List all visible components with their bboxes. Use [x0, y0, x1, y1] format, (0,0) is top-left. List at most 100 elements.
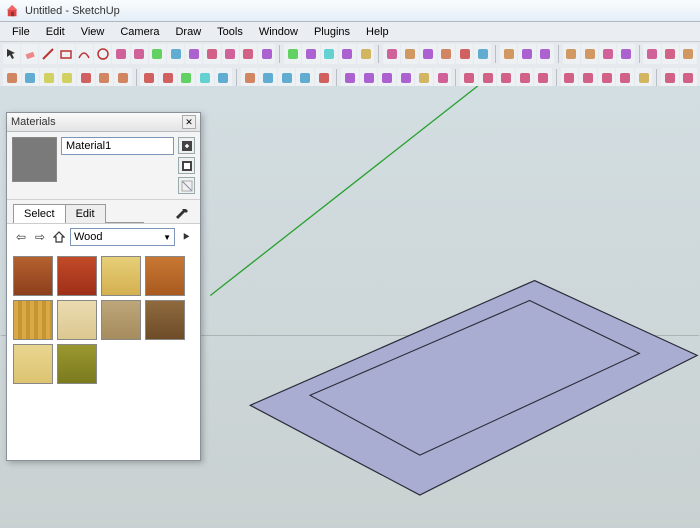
tool-side[interactable]: [617, 44, 634, 64]
tool-circ-b[interactable]: [616, 68, 634, 88]
tool-rotate[interactable]: [203, 44, 220, 64]
tool-circle[interactable]: [94, 44, 111, 64]
menu-file[interactable]: File: [4, 24, 38, 40]
backface-toggle[interactable]: [178, 177, 195, 194]
materials-panel-header[interactable]: Materials ✕: [7, 113, 200, 132]
tool-zoom-extents[interactable]: [438, 44, 455, 64]
tool-plugin-sq[interactable]: [178, 68, 196, 88]
tool-iso[interactable]: [563, 44, 580, 64]
tool-offset[interactable]: [240, 44, 257, 64]
tool-plugin-blue[interactable]: [140, 68, 158, 88]
tool-shape2[interactable]: [680, 68, 698, 88]
tool-section[interactable]: [357, 44, 374, 64]
tool-paint2[interactable]: [662, 44, 679, 64]
tool-pushpull[interactable]: [167, 44, 184, 64]
tool-plugin-play[interactable]: [315, 68, 333, 88]
library-select[interactable]: Wood ▼: [70, 228, 175, 246]
library-details-icon[interactable]: ⯈: [178, 229, 194, 245]
tool-box[interactable]: [680, 44, 697, 64]
tool-sandbox-grid[interactable]: [3, 68, 21, 88]
tool-sandbox-flip[interactable]: [96, 68, 114, 88]
tool-plugin-arrow[interactable]: [241, 68, 259, 88]
tool-top[interactable]: [581, 44, 598, 64]
default-material-button[interactable]: [178, 157, 195, 174]
tool-plugin-o[interactable]: [278, 68, 296, 88]
tool-line[interactable]: [39, 44, 56, 64]
swatch-wood-oak[interactable]: [145, 256, 185, 296]
tool-move[interactable]: [185, 44, 202, 64]
menu-help[interactable]: Help: [358, 24, 397, 40]
swatch-wood-maple[interactable]: [57, 300, 97, 340]
tool-ball-o[interactable]: [460, 68, 478, 88]
tool-circ-r[interactable]: [598, 68, 616, 88]
tool-select[interactable]: [3, 44, 20, 64]
menu-tools[interactable]: Tools: [209, 24, 251, 40]
tool-previous[interactable]: [474, 44, 491, 64]
swatch-wood-birch[interactable]: [13, 344, 53, 384]
menu-view[interactable]: View: [73, 24, 113, 40]
tool-panel[interactable]: [131, 44, 148, 64]
swatch-wood-olive[interactable]: [57, 344, 97, 384]
tool-zoom[interactable]: [420, 44, 437, 64]
create-material-button[interactable]: [178, 137, 195, 154]
tool-tape[interactable]: [258, 44, 275, 64]
tool-plugin-box[interactable]: [196, 68, 214, 88]
swatch-wood-red[interactable]: [57, 256, 97, 296]
tool-front[interactable]: [599, 44, 616, 64]
tool-cyl-add[interactable]: [415, 68, 433, 88]
tool-scale[interactable]: [222, 44, 239, 64]
tool-dimension[interactable]: [284, 44, 301, 64]
tool-paint[interactable]: [112, 44, 129, 64]
menu-edit[interactable]: Edit: [38, 24, 73, 40]
tool-arrow[interactable]: [643, 44, 660, 64]
tool-pan[interactable]: [401, 44, 418, 64]
swatch-wood-ash[interactable]: [101, 300, 141, 340]
tool-ball-g[interactable]: [534, 68, 552, 88]
tool-arc[interactable]: [76, 44, 93, 64]
tool-text[interactable]: [302, 44, 319, 64]
close-icon[interactable]: ✕: [182, 115, 196, 129]
tool-orbit[interactable]: [383, 44, 400, 64]
tool-cyl2[interactable]: [360, 68, 378, 88]
tool-ball-y[interactable]: [497, 68, 515, 88]
tool-ball-w[interactable]: [479, 68, 497, 88]
nav-back-icon[interactable]: ⇦: [13, 229, 29, 245]
tab-select[interactable]: Select: [13, 204, 66, 223]
tool-sandbox-add[interactable]: [77, 68, 95, 88]
tool-walk[interactable]: [518, 44, 535, 64]
tool-plugin-k[interactable]: [296, 68, 314, 88]
tool-circ-y[interactable]: [561, 68, 579, 88]
tool-cone[interactable]: [397, 68, 415, 88]
tool-protractor[interactable]: [321, 44, 338, 64]
tab-edit[interactable]: Edit: [65, 204, 106, 223]
swatch-wood-walnut[interactable]: [145, 300, 185, 340]
swatch-wood-pine[interactable]: [101, 256, 141, 296]
tool-sandbox-drape[interactable]: [59, 68, 77, 88]
menu-draw[interactable]: Draw: [167, 24, 209, 40]
tool-ball-t[interactable]: [516, 68, 534, 88]
tool-eraser[interactable]: [21, 44, 38, 64]
tool-sandbox-mesh[interactable]: [114, 68, 132, 88]
tool-plugin-r[interactable]: [215, 68, 233, 88]
tool-zoom-window[interactable]: [456, 44, 473, 64]
nav-home-icon[interactable]: [51, 229, 67, 245]
material-preview[interactable]: [12, 137, 57, 182]
tool-sandbox-smoove[interactable]: [22, 68, 40, 88]
nav-forward-icon[interactable]: ⇨: [32, 229, 48, 245]
swatch-wood-bamboo[interactable]: [13, 300, 53, 340]
menu-camera[interactable]: Camera: [112, 24, 167, 40]
tool-circ-g[interactable]: [579, 68, 597, 88]
tool-plugin-c[interactable]: [259, 68, 277, 88]
menu-window[interactable]: Window: [251, 24, 306, 40]
material-name-input[interactable]: [61, 137, 174, 155]
swatch-wood-cherry[interactable]: [13, 256, 53, 296]
tool-sandbox-stamp[interactable]: [40, 68, 58, 88]
tool-axes[interactable]: [339, 44, 356, 64]
eyedropper-icon[interactable]: [174, 207, 190, 223]
tool-circ-or[interactable]: [635, 68, 653, 88]
tool-look[interactable]: [537, 44, 554, 64]
tool-cyl-y[interactable]: [434, 68, 452, 88]
tool-cyl1[interactable]: [341, 68, 359, 88]
tool-position-camera[interactable]: [500, 44, 517, 64]
tool-plugin-cyan[interactable]: [159, 68, 177, 88]
